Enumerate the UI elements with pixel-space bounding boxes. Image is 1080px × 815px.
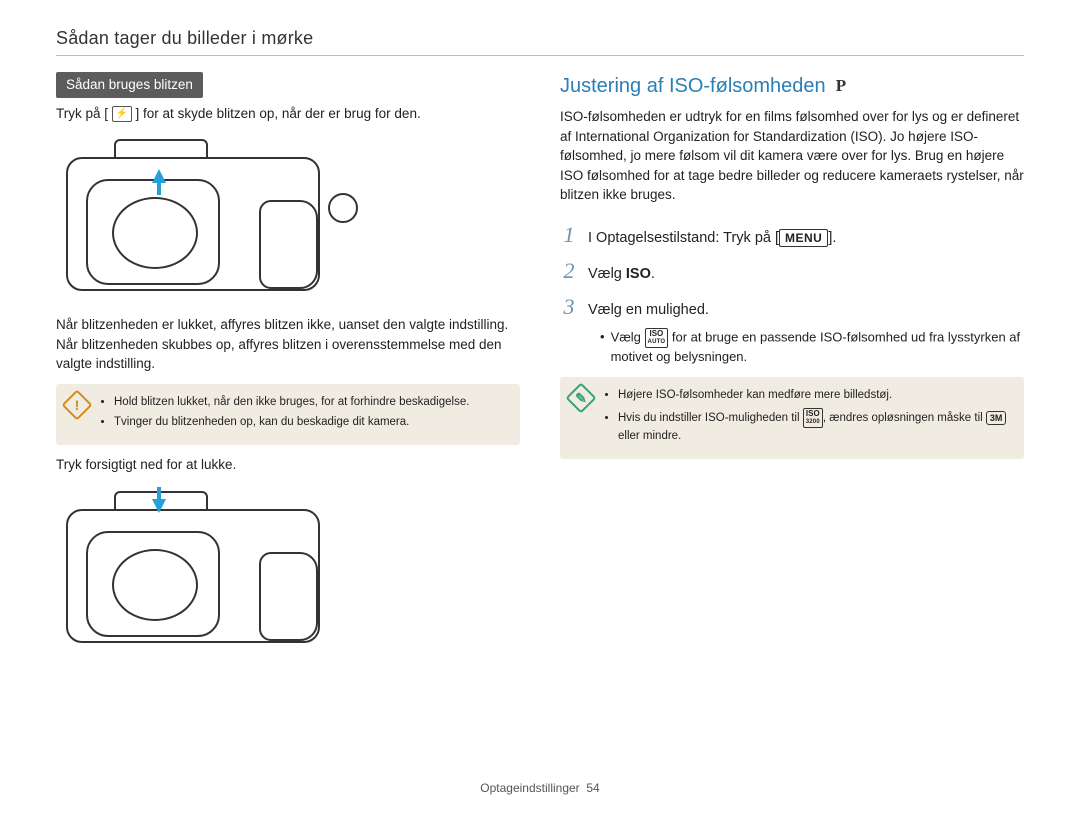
- bullet-dot: •: [600, 328, 605, 367]
- text-fragment: .: [651, 266, 655, 282]
- section-pill-flash: Sådan bruges blitzen: [56, 72, 203, 98]
- text-fragment: Vælg: [588, 266, 626, 282]
- text-fragment: I Optagelsestilstand: Tryk på [: [588, 230, 779, 246]
- resolution-3m-chip: 3M: [986, 411, 1007, 425]
- iso-label: ISO: [626, 266, 651, 282]
- text-fragment: Tryk på [: [56, 106, 108, 121]
- arrow-down-icon: [152, 487, 166, 513]
- warning-note: ! Hold blitzen lukket, når den ikke brug…: [56, 384, 520, 445]
- step-number: 2: [560, 255, 578, 287]
- info-item: Højere ISO-følsomheder kan medføre mere …: [618, 387, 1012, 404]
- iso-3200-chip: ISO3200: [803, 408, 823, 428]
- steps-list: 1 I Optagelsestilstand: Tryk på [MENU]. …: [560, 219, 1024, 323]
- camera-flash-close-illustration: [56, 485, 336, 655]
- step-2: 2 Vælg ISO.: [560, 255, 1024, 287]
- manual-page: Sådan tager du billeder i mørke Sådan br…: [0, 0, 1080, 815]
- warning-item: Hold blitzen lukket, når den ikke bruges…: [114, 394, 508, 411]
- text-fragment: , ændres opløsningen måske til: [823, 412, 986, 424]
- close-flash-text: Tryk forsigtigt ned for at lukke.: [56, 455, 520, 475]
- text-fragment: for at bruge en passende ISO-følsomhed u…: [611, 330, 1021, 365]
- flash-intro-text: Tryk på [ ⚡ ] for at skyde blitzen op, n…: [56, 104, 520, 124]
- iso-auto-chip: ISOAUTO: [645, 328, 669, 348]
- text-fragment: Hvis du indstiller ISO-muligheden til: [618, 412, 803, 424]
- iso-intro-paragraph: ISO-følsomheden er udtryk for en films f…: [560, 107, 1024, 205]
- text-fragment: ].: [828, 230, 836, 246]
- two-column-layout: Sådan bruges blitzen Tryk på [ ⚡ ] for a…: [56, 72, 1024, 667]
- info-note: ✎ Højere ISO-følsomheder kan medføre mer…: [560, 377, 1024, 458]
- menu-button-chip: MENU: [779, 229, 828, 247]
- camera-flash-open-illustration: [56, 133, 336, 303]
- right-column: Justering af ISO-følsomheden P ISO-følso…: [560, 72, 1024, 469]
- heading-text: Justering af ISO-følsomheden: [560, 72, 826, 101]
- arrow-up-icon: [152, 169, 166, 195]
- text-fragment: eller mindre.: [618, 430, 681, 442]
- flash-icon: ⚡: [112, 106, 132, 122]
- text-fragment: Vælg: [611, 330, 645, 345]
- page-footer: Optageindstillinger 54: [0, 781, 1080, 795]
- mode-p-badge: P: [836, 74, 846, 99]
- section-heading-iso: Justering af ISO-følsomheden P: [560, 72, 1024, 101]
- flash-behavior-paragraph: Når blitzenheden er lukket, affyres blit…: [56, 315, 520, 374]
- footer-section: Optageindstillinger: [480, 781, 579, 795]
- text-fragment: ] for at skyde blitzen op, når der er br…: [136, 106, 421, 121]
- warning-item: Tvinger du blitzenheden op, kan du beska…: [114, 414, 508, 431]
- page-number: 54: [586, 781, 599, 795]
- left-column: Sådan bruges blitzen Tryk på [ ⚡ ] for a…: [56, 72, 520, 667]
- step-number: 1: [560, 219, 578, 251]
- step-3: 3 Vælg en mulighed.: [560, 291, 1024, 323]
- warning-icon: !: [66, 394, 88, 416]
- info-item: Hvis du indstiller ISO-muligheden til IS…: [618, 408, 1012, 445]
- text-fragment: Vælg en mulighed.: [588, 300, 709, 321]
- step-3-sub-bullet: • Vælg ISOAUTO for at bruge en passende …: [600, 328, 1024, 367]
- breadcrumb: Sådan tager du billeder i mørke: [56, 28, 1024, 56]
- mode-dial-icon: [328, 193, 358, 223]
- step-number: 3: [560, 291, 578, 323]
- step-1: 1 I Optagelsestilstand: Tryk på [MENU].: [560, 219, 1024, 251]
- note-icon: ✎: [570, 387, 592, 409]
